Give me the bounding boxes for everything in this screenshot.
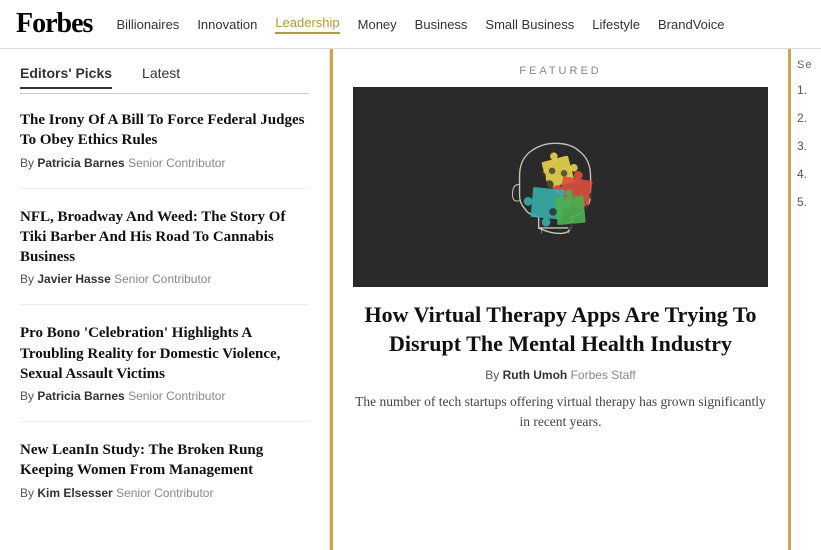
featured-title[interactable]: How Virtual Therapy Apps Are Trying To D… <box>353 301 768 358</box>
article-title[interactable]: New LeanIn Study: The Broken Rung Keepin… <box>20 440 309 481</box>
article-author[interactable]: Patricia Barnes <box>37 389 124 403</box>
featured-image[interactable] <box>353 87 768 287</box>
main-content: Editors' Picks Latest The Irony Of A Bill… <box>0 49 821 550</box>
header: Forbes Billionaires Innovation Leadership M… <box>0 0 821 49</box>
featured-author[interactable]: Ruth Umoh <box>503 368 568 382</box>
sidebar: Editors' Picks Latest The Irony Of A Bill… <box>0 49 330 550</box>
article-title[interactable]: Pro Bono 'Celebration' Highlights A Trou… <box>20 323 309 384</box>
featured-description: The number of tech startups offering vir… <box>353 392 768 433</box>
tab-editors-picks[interactable]: Editors' Picks <box>20 65 112 89</box>
nav-item-small-business[interactable]: Small Business <box>485 17 574 32</box>
nav-item-money[interactable]: Money <box>358 17 397 32</box>
article-byline: By Javier Hasse Senior Contributor <box>20 272 309 286</box>
right-panel-item: 3. <box>797 139 821 153</box>
article-author[interactable]: Kim Elsesser <box>37 486 112 500</box>
featured-role: Forbes Staff <box>571 368 636 382</box>
sidebar-divider <box>20 93 309 94</box>
featured-label: FEATURED <box>353 65 768 77</box>
featured-by: By <box>485 368 502 382</box>
article-title[interactable]: The Irony Of A Bill To Force Federal Jud… <box>20 110 309 151</box>
nav-item-leadership[interactable]: Leadership <box>275 15 339 34</box>
article-author[interactable]: Patricia Barnes <box>37 156 124 170</box>
article-role: Senior Contributor <box>116 486 213 500</box>
featured-byline: By Ruth Umoh Forbes Staff <box>353 368 768 382</box>
nav-item-brandvoice[interactable]: BrandVoice <box>658 17 725 32</box>
article-item: The Irony Of A Bill To Force Federal Jud… <box>20 110 309 189</box>
article-byline: By Patricia Barnes Senior Contributor <box>20 156 309 170</box>
nav-item-billionaires[interactable]: Billionaires <box>116 17 179 32</box>
article-byline: By Kim Elsesser Senior Contributor <box>20 486 309 500</box>
right-panel-title: Se <box>797 59 821 71</box>
tab-latest[interactable]: Latest <box>142 65 180 89</box>
right-panel-item: 2. <box>797 111 821 125</box>
article-role: Senior Contributor <box>128 156 225 170</box>
article-item: New LeanIn Study: The Broken Rung Keepin… <box>20 440 309 518</box>
nav-item-business[interactable]: Business <box>415 17 468 32</box>
nav-item-lifestyle[interactable]: Lifestyle <box>592 17 640 32</box>
featured-section: FEATURED <box>330 49 791 550</box>
article-item: Pro Bono 'Celebration' Highlights A Trou… <box>20 323 309 422</box>
article-byline: By Patricia Barnes Senior Contributor <box>20 389 309 403</box>
article-item: NFL, Broadway And Weed: The Story Of Tik… <box>20 207 309 306</box>
right-items: 1. 2. 3. 4. 5. <box>797 83 821 209</box>
logo[interactable]: Forbes <box>16 8 92 40</box>
nav-item-innovation[interactable]: Innovation <box>197 17 257 32</box>
right-panel-item: 1. <box>797 83 821 97</box>
right-panel: Se 1. 2. 3. 4. 5. <box>791 49 821 550</box>
articles-list: The Irony Of A Bill To Force Federal Jud… <box>20 110 309 518</box>
nav: Billionaires Innovation Leadership Money Bus… <box>116 15 805 34</box>
right-panel-item: 4. <box>797 167 821 181</box>
right-panel-item: 5. <box>797 195 821 209</box>
article-role: Senior Contributor <box>114 272 211 286</box>
article-title[interactable]: NFL, Broadway And Weed: The Story Of Tik… <box>20 207 309 268</box>
tabs: Editors' Picks Latest <box>20 65 309 89</box>
article-role: Senior Contributor <box>128 389 225 403</box>
article-author[interactable]: Javier Hasse <box>37 272 110 286</box>
